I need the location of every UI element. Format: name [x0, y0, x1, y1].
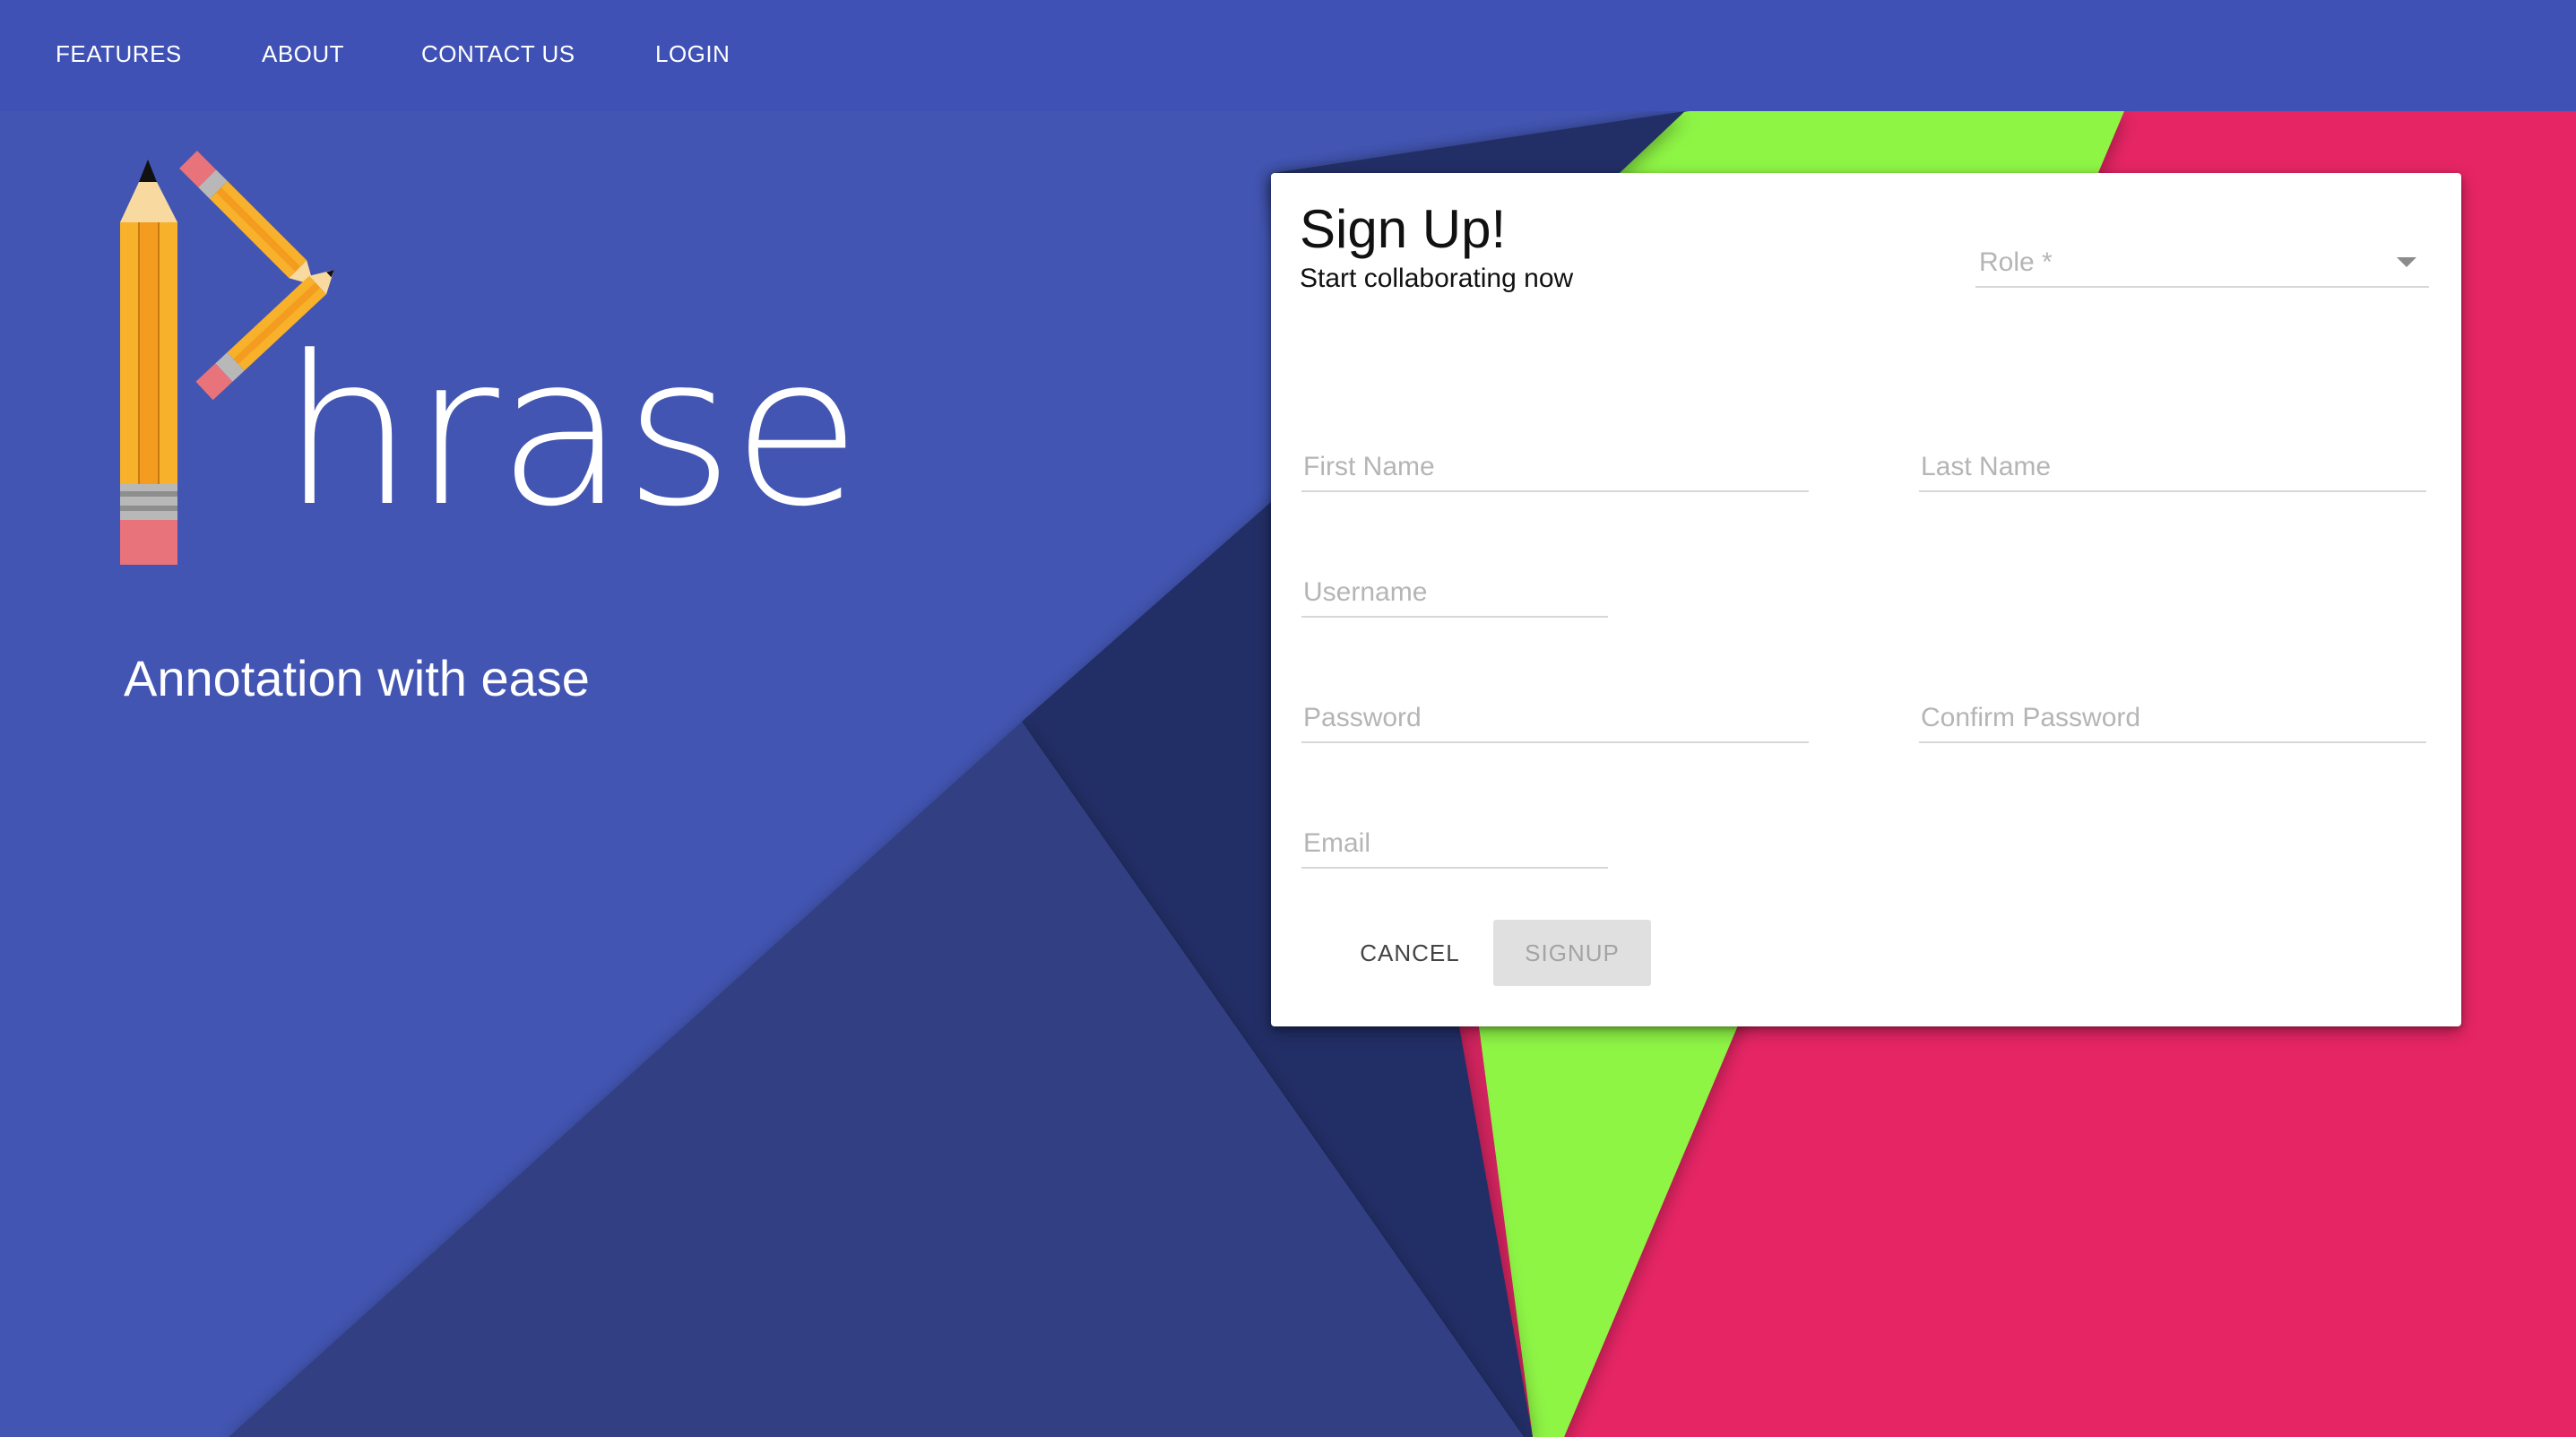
- signup-title: Sign Up!: [1300, 199, 1507, 259]
- nav-about-link[interactable]: ABOUT: [262, 38, 344, 70]
- signup-card: Sign Up! Start collaborating now Role * …: [1271, 173, 2461, 1026]
- username-field-wrapper: [1301, 571, 1608, 618]
- logo-text: hrase: [281, 313, 861, 552]
- phrase-logo: hrase: [108, 142, 861, 572]
- username-input[interactable]: [1301, 571, 1608, 614]
- nav-contact-us-link[interactable]: CONTACT US: [421, 38, 575, 70]
- password-field-wrapper: [1301, 697, 1809, 743]
- email-input[interactable]: [1301, 822, 1608, 865]
- top-navbar: FEATURES ABOUT CONTACT US LOGIN: [0, 0, 2576, 111]
- nav-features-link[interactable]: FEATURES: [56, 38, 182, 70]
- signup-button[interactable]: SIGNUP: [1493, 920, 1651, 986]
- first-name-field-wrapper: [1301, 446, 1809, 492]
- cancel-button[interactable]: CANCEL: [1325, 920, 1495, 986]
- confirm-password-field-wrapper: [1919, 697, 2426, 743]
- last-name-field-wrapper: [1919, 446, 2426, 492]
- last-name-input[interactable]: [1919, 446, 2426, 489]
- password-input[interactable]: [1301, 697, 1809, 740]
- nav-login-link[interactable]: LOGIN: [655, 38, 730, 70]
- email-field-wrapper: [1301, 822, 1608, 869]
- confirm-password-input[interactable]: [1919, 697, 2426, 740]
- first-name-input[interactable]: [1301, 446, 1809, 489]
- tagline: Annotation with ease: [124, 650, 590, 706]
- signup-subtitle: Start collaborating now: [1300, 264, 1574, 293]
- role-label: Role *: [1979, 247, 2053, 277]
- role-select[interactable]: Role *: [1975, 241, 2429, 288]
- dropdown-arrow-icon: [2397, 257, 2416, 267]
